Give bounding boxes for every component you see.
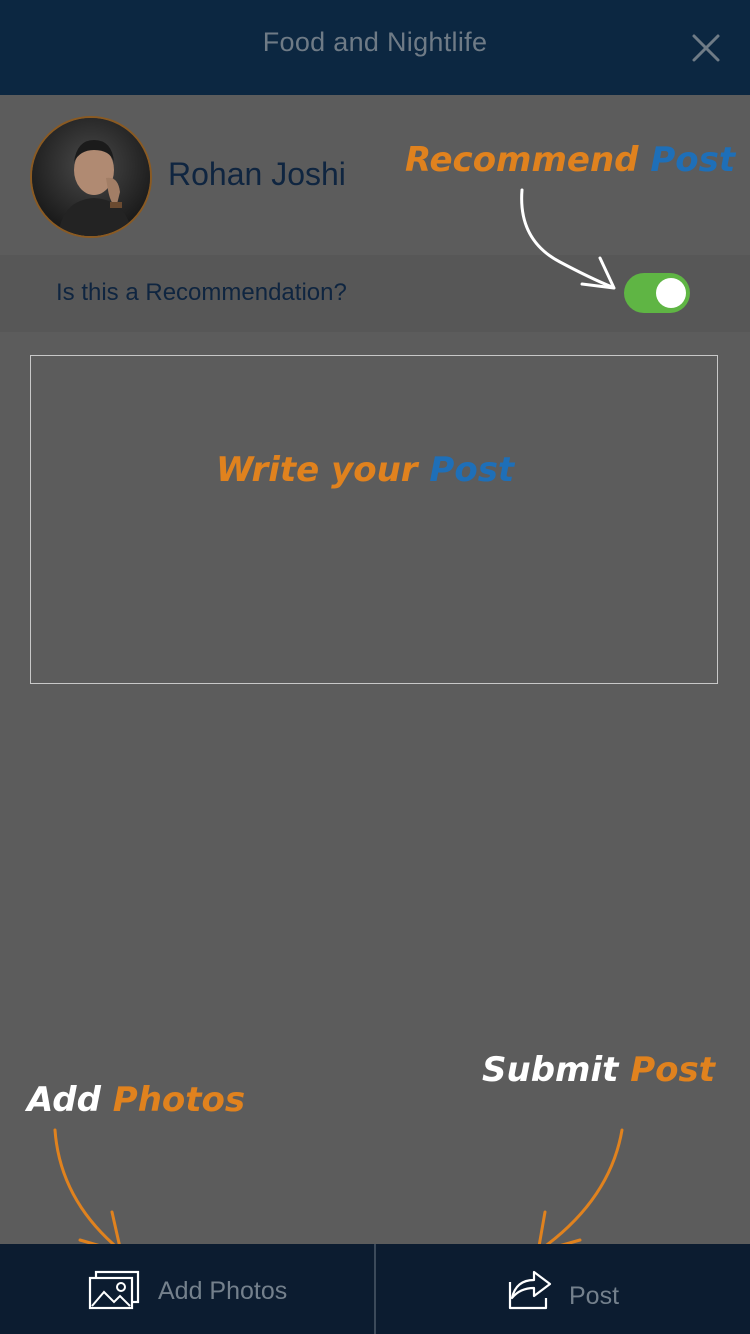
close-icon[interactable]: [686, 28, 726, 68]
profile-row: Rohan Joshi Recommend Post: [0, 95, 750, 255]
bottom-toolbar: Add Photos Post: [0, 1244, 750, 1334]
recommendation-toggle[interactable]: [624, 273, 690, 313]
annotation-word: Post: [630, 1050, 715, 1090]
arrow-to-post: [538, 1128, 624, 1252]
annotation-word: Recommend: [405, 140, 639, 180]
avatar: [30, 116, 152, 238]
annotation-word: Write your: [216, 450, 418, 490]
arrow-to-add-photos: [53, 1128, 122, 1252]
add-photos-annotation: Add Photos: [27, 1080, 245, 1120]
photos-icon: [88, 1270, 140, 1315]
post-button[interactable]: Post: [376, 1244, 750, 1334]
annotation-word: Photos: [112, 1080, 246, 1120]
submit-post-annotation: Submit Post: [482, 1050, 715, 1090]
recommendation-row: Is this a Recommendation?: [0, 255, 750, 332]
recommendation-label: Is this a Recommendation?: [56, 279, 347, 306]
write-post-annotation: Write your Post: [216, 450, 514, 490]
add-photos-label: Add Photos: [158, 1277, 288, 1305]
user-name: Rohan Joshi: [168, 156, 346, 192]
share-icon: [506, 1264, 552, 1317]
annotation-word: Submit: [482, 1050, 619, 1090]
annotation-word: Post: [650, 140, 736, 180]
header-bar: Food and Nightlife: [0, 0, 750, 95]
add-photos-button[interactable]: Add Photos: [0, 1244, 374, 1334]
post-label: Post: [569, 1282, 620, 1310]
annotation-word: Add: [27, 1080, 101, 1120]
toggle-knob: [656, 278, 686, 308]
annotation-word: Post: [429, 450, 515, 490]
page-title: Food and Nightlife: [262, 27, 488, 57]
post-textarea[interactable]: Write your Post: [30, 355, 718, 684]
recommend-post-annotation: Recommend Post: [405, 140, 735, 180]
